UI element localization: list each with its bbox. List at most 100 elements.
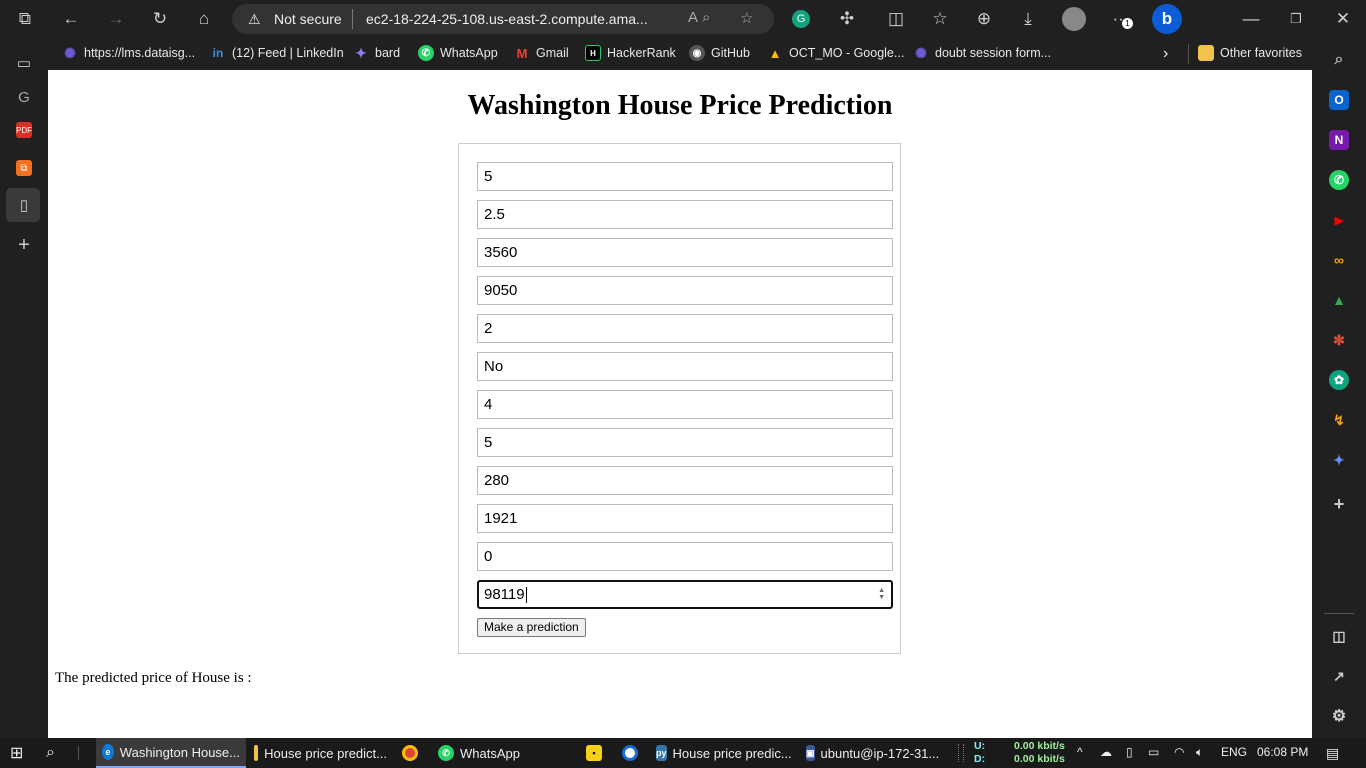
- zoom-icon[interactable]: ⌕: [702, 9, 710, 26]
- tab-actions-icon[interactable]: ▭: [13, 52, 35, 74]
- form-field-1[interactable]: 5: [477, 162, 893, 191]
- net-download-label: D:: [974, 753, 986, 765]
- device-icon[interactable]: ▯: [1126, 745, 1133, 759]
- taskbar-app-whatsapp[interactable]: ✆ WhatsApp: [432, 738, 526, 768]
- tab-pdf-icon[interactable]: PDF: [16, 122, 32, 138]
- collections-icon[interactable]: ⊕: [973, 8, 995, 30]
- extensions-icon[interactable]: ✣: [836, 8, 858, 30]
- bookmark-item[interactable]: ▲ OCT_MO - Google...: [767, 45, 905, 61]
- wifi-icon[interactable]: ◠: [1174, 745, 1184, 759]
- form-field-7[interactable]: 4: [477, 390, 893, 419]
- apps-grid-icon[interactable]: ✼: [1329, 330, 1349, 350]
- leetcode-icon[interactable]: ↯: [1329, 410, 1349, 430]
- form-field-2[interactable]: 2.5: [477, 200, 893, 229]
- volume-icon[interactable]: 🔈︎: [1196, 745, 1203, 760]
- open-external-icon[interactable]: ↗: [1329, 666, 1349, 686]
- clock[interactable]: 06:08 PM: [1257, 745, 1308, 759]
- form-field-5[interactable]: 2: [477, 314, 893, 343]
- bookmark-item[interactable]: M Gmail: [514, 45, 569, 61]
- address-bar[interactable]: ⚠ Not secure ec2-18-224-25-108.us-east-2…: [232, 4, 774, 34]
- workspaces-icon[interactable]: ⧉: [14, 8, 36, 30]
- minimize-icon[interactable]: —: [1240, 8, 1262, 30]
- taskbar-app-label: WhatsApp: [460, 745, 520, 761]
- form-field-6[interactable]: No: [477, 352, 893, 381]
- chevron-right-icon[interactable]: ›: [1163, 45, 1168, 63]
- python-icon: py: [656, 745, 667, 761]
- tab-app-icon[interactable]: ⧉: [16, 160, 32, 176]
- onedrive-off-icon[interactable]: ☁: [1100, 745, 1112, 759]
- youtube-icon[interactable]: ▶: [1329, 210, 1349, 230]
- form-field-9[interactable]: 280: [477, 466, 893, 495]
- home-icon[interactable]: ⌂: [193, 8, 215, 30]
- add-sidebar-app-icon[interactable]: +: [1329, 494, 1349, 514]
- notification-center-icon[interactable]: ▤: [1326, 745, 1339, 762]
- bookmark-item[interactable]: H HackerRank: [585, 45, 676, 61]
- bookmark-item[interactable]: ✆ WhatsApp: [418, 45, 498, 61]
- taskbar-app-python[interactable]: py House price predic...: [650, 738, 795, 768]
- restore-icon[interactable]: ❐: [1285, 8, 1307, 30]
- favorites-icon[interactable]: ☆: [929, 8, 951, 30]
- outlook-icon[interactable]: O: [1329, 90, 1349, 110]
- bookmark-label: doubt session form...: [935, 46, 1052, 60]
- taskbar-app-chrome[interactable]: [396, 738, 424, 768]
- back-arrow-icon[interactable]: ←: [60, 8, 82, 30]
- taskbar-app-explorer[interactable]: House price predict...: [248, 738, 393, 768]
- form-field-11[interactable]: 0: [477, 542, 893, 571]
- other-favorites-folder[interactable]: Other favorites: [1198, 45, 1302, 61]
- net-upload-label: U:: [974, 740, 986, 752]
- hide-sidebar-icon[interactable]: ◫: [1329, 626, 1349, 646]
- read-aloud-icon[interactable]: A: [688, 9, 698, 26]
- new-tab-plus-icon[interactable]: +: [13, 234, 35, 256]
- grammarly-icon[interactable]: G: [792, 10, 810, 28]
- refresh-icon[interactable]: ↻: [149, 8, 171, 30]
- form-field-10[interactable]: 1921: [477, 504, 893, 533]
- downloads-icon[interactable]: ⤓: [1017, 8, 1039, 30]
- hackerrank-icon: H: [585, 45, 601, 61]
- taskbar-app-edge[interactable]: e Washington House...: [96, 738, 246, 768]
- profile-avatar-icon[interactable]: [1062, 7, 1086, 31]
- address-separator: [352, 9, 353, 29]
- bookmark-item[interactable]: ✺ https://lms.dataisg...: [62, 45, 195, 61]
- tab-page-icon[interactable]: ▯: [13, 194, 35, 216]
- whatsapp-icon[interactable]: ✆: [1329, 170, 1349, 190]
- tab-google-icon[interactable]: G: [13, 86, 35, 108]
- form-field-12[interactable]: 98119 ▲ ▼: [477, 580, 893, 609]
- coursera-icon[interactable]: ∞: [1329, 250, 1349, 270]
- taskbar-app-recorder[interactable]: [616, 738, 644, 768]
- bookmark-label: Gmail: [536, 46, 569, 60]
- taskbar-app-sticky-notes[interactable]: ▪: [580, 738, 608, 768]
- bard-icon[interactable]: ✦: [1329, 450, 1349, 470]
- forward-arrow-icon[interactable]: →: [105, 8, 127, 30]
- tray-chevron-up-icon[interactable]: ^: [1077, 745, 1083, 759]
- net-download-value: 0.00 kbit/s: [1014, 753, 1065, 765]
- split-screen-icon[interactable]: ◫: [885, 8, 907, 30]
- settings-gear-icon[interactable]: ⚙: [1329, 706, 1349, 726]
- windows-start-icon[interactable]: ⊞: [4, 738, 29, 768]
- battery-icon[interactable]: ▭: [1148, 745, 1159, 759]
- field-12-value: 98119: [484, 586, 525, 603]
- number-spinner-icon[interactable]: ▲ ▼: [878, 587, 885, 601]
- language-indicator[interactable]: ENG: [1221, 745, 1247, 759]
- onenote-icon[interactable]: N: [1329, 130, 1349, 150]
- bookmark-item[interactable]: ✦ bard: [353, 45, 400, 61]
- close-icon[interactable]: ✕: [1332, 8, 1354, 30]
- drive-icon[interactable]: ▲: [1329, 290, 1349, 310]
- net-labels: U: D:: [974, 740, 985, 766]
- url-text[interactable]: ec2-18-224-25-108.us-east-2.compute.ama.…: [366, 11, 651, 27]
- vertical-tabs-bar: ▭ G PDF ⧉ ▯ +: [0, 38, 48, 738]
- search-icon[interactable]: ⌕: [40, 738, 61, 768]
- bookmark-item[interactable]: ✺ doubt session form...: [913, 45, 1051, 61]
- form-field-3[interactable]: 3560: [477, 238, 893, 267]
- page-title: Washington House Price Prediction: [467, 90, 893, 121]
- form-field-4[interactable]: 9050: [477, 276, 893, 305]
- bing-chat-icon[interactable]: b: [1152, 4, 1182, 34]
- favorite-star-icon[interactable]: ☆: [740, 9, 753, 27]
- make-prediction-button[interactable]: Make a prediction: [477, 618, 586, 637]
- form-field-8[interactable]: 5: [477, 428, 893, 457]
- search-icon[interactable]: ⌕: [1329, 50, 1349, 70]
- taskbar-app-putty[interactable]: ▣ ubuntu@ip-172-31...: [800, 738, 945, 768]
- chatgpt-icon[interactable]: ✿: [1329, 370, 1349, 390]
- bookmark-item[interactable]: in (12) Feed | LinkedIn: [210, 45, 344, 61]
- security-label[interactable]: Not secure: [274, 11, 342, 27]
- bookmark-item[interactable]: ◉ GitHub: [689, 45, 750, 61]
